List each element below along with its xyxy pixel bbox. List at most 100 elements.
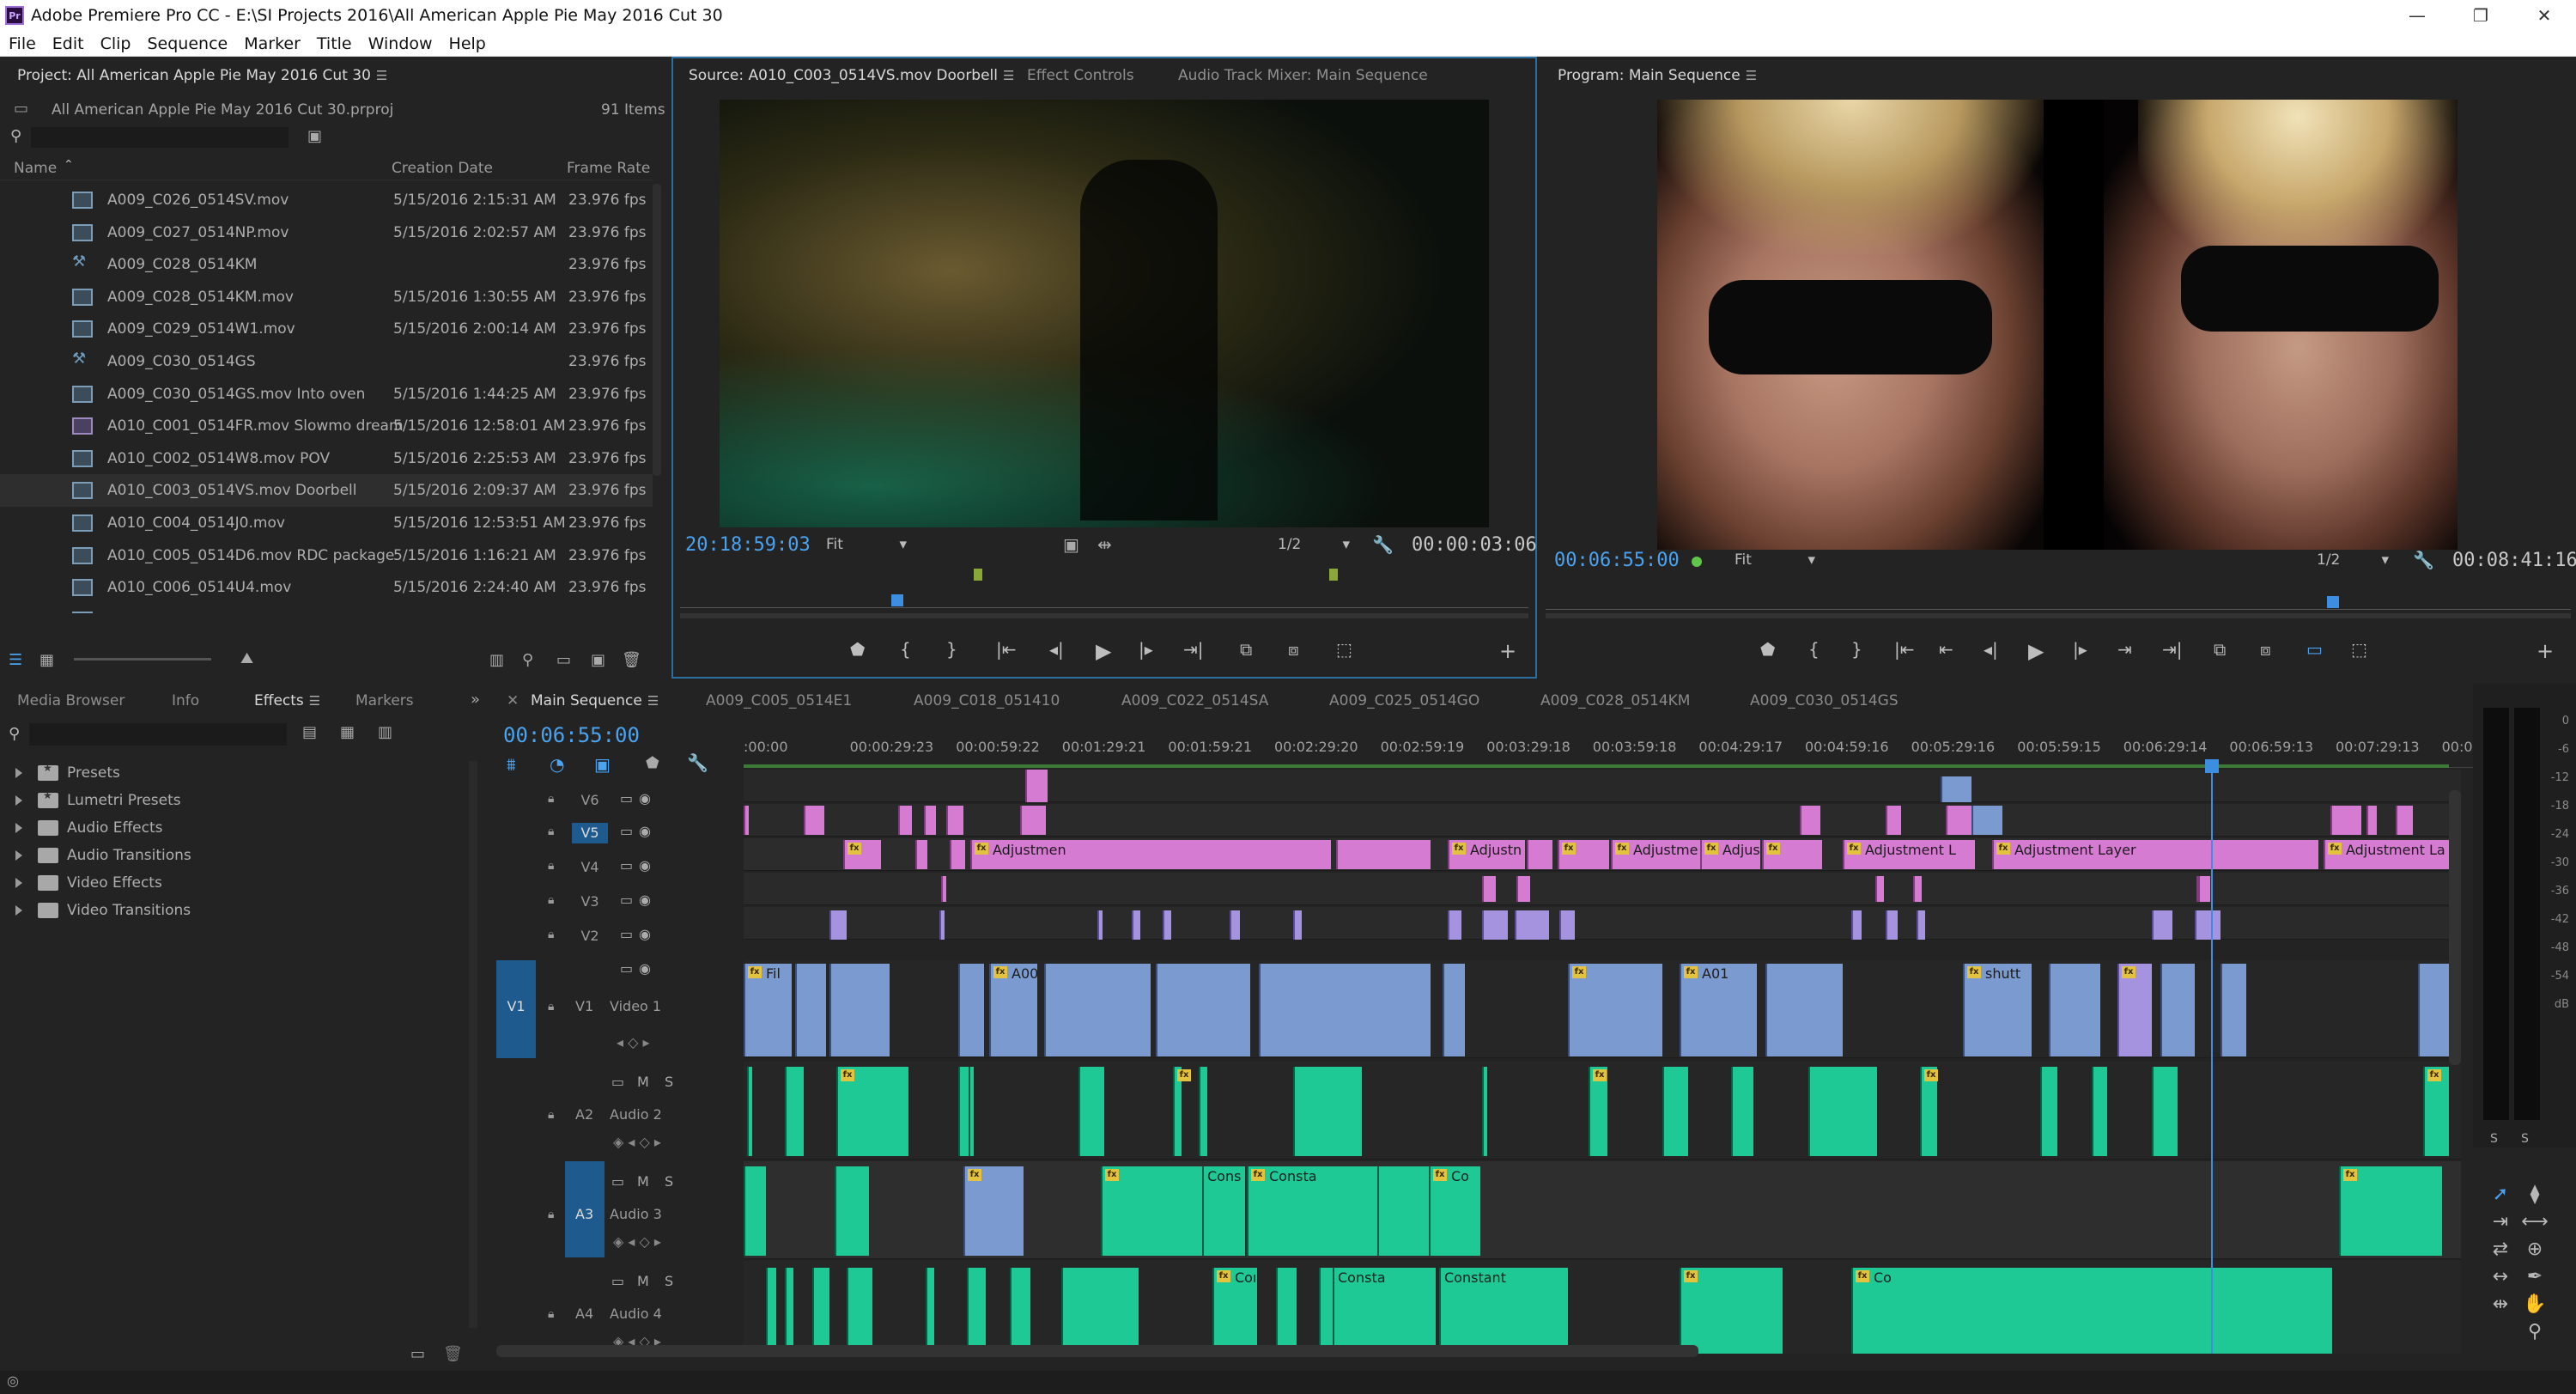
mark-out-button[interactable]: } [946, 639, 957, 660]
effects-item-audio-effects[interactable]: Audio Effects [15, 819, 163, 837]
eye-icon[interactable]: ◉ [639, 823, 651, 839]
step-forward-button[interactable]: |▸ [1139, 639, 1153, 660]
audio-clip[interactable] [744, 1166, 766, 1256]
lock-icon[interactable]: 🔒︎ [548, 928, 554, 941]
keyframe-nav-icon[interactable]: ◂ ◇ ▸ [617, 1034, 650, 1050]
yuv-effects-icon[interactable]: ▥ [378, 723, 392, 741]
razor-tool-icon[interactable]: ⊕ [2519, 1239, 2550, 1264]
track-select-tool-icon[interactable]: ⧫ [2519, 1184, 2550, 1209]
toggle-sync-lock-icon[interactable]: ▭ [620, 892, 633, 908]
adjustment-clip[interactable] [898, 806, 912, 835]
effects-item-lumetri-presets[interactable]: Lumetri Presets [15, 789, 181, 809]
adjustment-clip[interactable]: fx [1762, 840, 1822, 869]
video-clip[interactable]: fx [2117, 964, 2152, 1056]
program-mark-out-button[interactable]: } [1851, 639, 1862, 660]
effects-item-audio-transitions[interactable]: Audio Transitions [15, 847, 191, 864]
lock-icon[interactable]: 🔒︎ [548, 1208, 554, 1221]
audio-clip[interactable]: Cons [1202, 1166, 1245, 1256]
mute-button[interactable]: M [637, 1173, 649, 1190]
selection-tool-icon[interactable]: ➚ [2485, 1184, 2516, 1209]
status-indicator-icon[interactable]: ◎ [7, 1373, 19, 1389]
lock-icon[interactable]: 🔒︎ [548, 893, 554, 907]
video-clip[interactable] [1971, 806, 2002, 835]
project-item-row[interactable]: A009_C028_0514KM.mov 5/15/2016 1:30:55 AM… [0, 281, 653, 313]
video-clip[interactable] [1097, 910, 1103, 940]
video-clip[interactable] [939, 910, 945, 940]
ripple-edit-tool-icon[interactable]: ⇥ [2485, 1211, 2516, 1237]
video-clip[interactable] [1132, 910, 1140, 940]
solo-right-button[interactable]: S [2521, 1132, 2529, 1146]
maximize-button[interactable]: ❐ [2449, 0, 2512, 31]
video-clip[interactable] [1559, 910, 1575, 940]
video-clip[interactable] [1230, 910, 1240, 940]
tab-sequence-2[interactable]: A009_C005_0514E1 [706, 692, 852, 709]
tab-sequence-6[interactable]: A009_C028_0514KM [1540, 692, 1690, 709]
linked-selection-icon[interactable]: ◔ [550, 754, 564, 775]
track-target-v3[interactable]: V3 [572, 892, 608, 912]
program-mark-in-button[interactable]: { [1808, 639, 1820, 660]
column-name[interactable]: Name [14, 160, 57, 177]
adjustment-clip[interactable] [744, 806, 749, 835]
go-to-out-button[interactable]: ⇥| [1183, 639, 1204, 660]
snap-icon[interactable]: ⩩ [507, 754, 516, 775]
menu-marker[interactable]: Marker [235, 34, 308, 53]
eye-icon[interactable]: ◉ [639, 892, 651, 908]
audio-clip[interactable]: fx Cons [1212, 1268, 1255, 1354]
project-item-row[interactable]: A009_C030_0514GS.mov Into oven 5/15/2016 … [0, 378, 653, 411]
go-to-in-button[interactable]: |⇤ [996, 639, 1017, 660]
tab-sequence-3[interactable]: A009_C018_051410 [914, 692, 1060, 709]
toggle-sync-lock-icon[interactable]: ▭ [611, 1173, 624, 1190]
effects-search-input[interactable] [29, 723, 287, 746]
track-lane[interactable] [744, 804, 2461, 837]
video-clip[interactable]: fx A00 [989, 964, 1037, 1056]
track-target-a3[interactable]: A3 [575, 1206, 593, 1222]
audio-clip[interactable] [1293, 1067, 1362, 1156]
tab-source[interactable]: Source: A010_C003_0514VS.mov Doorbell ☰ [689, 67, 1014, 84]
adjustment-clip[interactable] [2198, 876, 2210, 902]
sort-icons-icon[interactable]: ⛰ [240, 649, 253, 667]
timeline-add-marker-icon[interactable]: ⬟ [646, 754, 659, 772]
track-target-v4[interactable]: V4 [572, 857, 608, 878]
tab-sequence-4[interactable]: A009_C022_0514SA [1121, 692, 1268, 709]
mute-button[interactable]: M [637, 1074, 649, 1090]
program-play-button[interactable]: ▶ [2028, 639, 2044, 663]
video-clip[interactable] [1917, 910, 1925, 940]
list-view-icon[interactable]: ☰ [9, 651, 22, 669]
mark-in-button[interactable]: { [900, 639, 911, 660]
audio-clip[interactable]: Consta [1333, 1268, 1436, 1354]
find-icon[interactable]: ⚲ [522, 651, 533, 669]
solo-button[interactable]: S [665, 1074, 673, 1090]
video-clip[interactable] [2049, 964, 2100, 1056]
add-marker-button[interactable]: ⬟ [850, 639, 865, 660]
audio-clip[interactable]: fx [1920, 1067, 1938, 1156]
solo-button[interactable]: S [665, 1173, 673, 1190]
adjustment-clip[interactable] [1025, 770, 1048, 802]
project-item-row[interactable]: ⚒ A009_C028_0514KM 23.976 fps [0, 248, 653, 281]
video-clip[interactable]: fx shutt [1963, 964, 2032, 1056]
video-clip[interactable] [1765, 964, 1843, 1056]
adjustment-clip[interactable] [946, 806, 963, 835]
adjustment-clip[interactable]: fx Adjustment Layer [1992, 840, 2318, 869]
audio-clip[interactable] [1276, 1268, 1297, 1354]
tab-media-browser[interactable]: Media Browser [17, 692, 125, 709]
program-zoom-bar[interactable] [1546, 613, 2571, 618]
audio-clip[interactable] [1731, 1067, 1753, 1156]
new-item-icon[interactable]: ▣ [591, 651, 605, 669]
video-clip[interactable] [2418, 964, 2449, 1056]
more-tabs-icon[interactable]: » [471, 691, 480, 709]
program-timecode[interactable]: 00:06:55:00 [1554, 550, 1680, 571]
audio-clip[interactable] [1662, 1067, 1688, 1156]
rate-stretch-tool-icon[interactable]: ⇄ [2485, 1239, 2516, 1264]
audio-clip[interactable] [1061, 1268, 1139, 1354]
video-clip[interactable] [1044, 964, 1151, 1056]
lock-icon[interactable]: 🔒︎ [548, 859, 554, 873]
slip-tool-icon[interactable]: ↔ [2485, 1266, 2516, 1292]
tab-effect-controls[interactable]: Effect Controls [1027, 67, 1134, 84]
lock-icon[interactable]: 🔒︎ [548, 1108, 554, 1122]
source-resolution-dropdown[interactable]: 1/2 ▾ [1278, 536, 1350, 558]
video-clip[interactable]: fx [1568, 964, 1662, 1056]
adjustment-clip[interactable] [1020, 806, 1046, 835]
source-fit-dropdown[interactable]: Fit ▾ [826, 536, 912, 558]
project-item-row[interactable]: A009_C026_0514SV.mov 5/15/2016 2:15:31 AM… [0, 184, 653, 216]
audio-clip[interactable]: fx [1680, 1268, 1783, 1354]
